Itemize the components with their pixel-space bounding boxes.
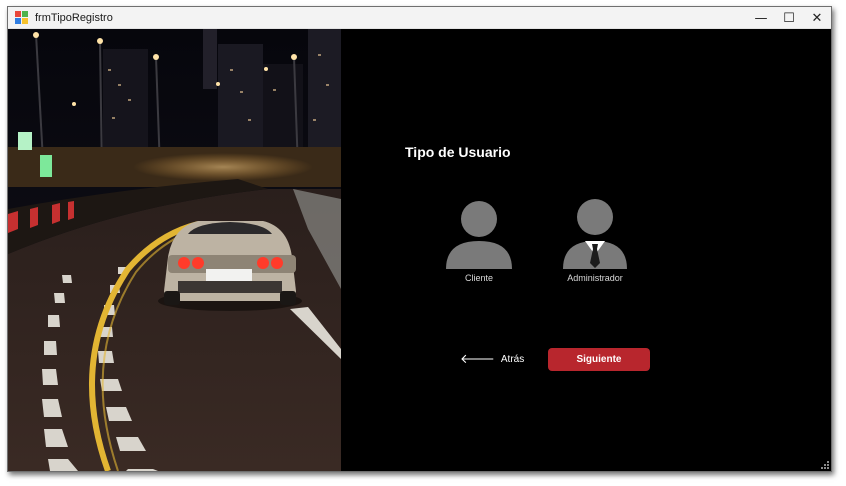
admin-user-icon [563, 199, 627, 269]
user-icon [446, 201, 512, 269]
car-photo [8, 29, 341, 471]
app-icon [15, 10, 29, 25]
screen: frmTipoRegistro — ☐ ✕ Tipo de Usuario Cl… [0, 0, 846, 486]
admin-option[interactable]: Administrador [550, 197, 640, 283]
back-label: Atrás [500, 353, 525, 365]
resize-grip-icon[interactable] [821, 461, 829, 469]
client-label: Cliente [464, 273, 493, 283]
next-button[interactable]: Siguiente [548, 348, 650, 371]
user-type-heading: Tipo de Usuario [405, 144, 511, 160]
app-window: frmTipoRegistro — ☐ ✕ Tipo de Usuario Cl… [7, 6, 832, 472]
window-controls: — ☐ ✕ [747, 7, 831, 29]
admin-label: Administrador [567, 273, 623, 283]
window-title: frmTipoRegistro [35, 11, 113, 24]
close-button[interactable]: ✕ [803, 7, 831, 29]
minimize-button[interactable]: — [747, 7, 775, 29]
form-client-area: Tipo de Usuario Cliente Administrador 🡐 … [8, 29, 831, 471]
client-option[interactable]: Cliente [434, 199, 524, 283]
title-bar[interactable]: frmTipoRegistro — ☐ ✕ [8, 7, 831, 29]
arrow-left-icon: 🡐 [460, 352, 495, 367]
back-button[interactable]: 🡐 Atrás [460, 351, 524, 367]
maximize-button[interactable]: ☐ [775, 7, 803, 29]
